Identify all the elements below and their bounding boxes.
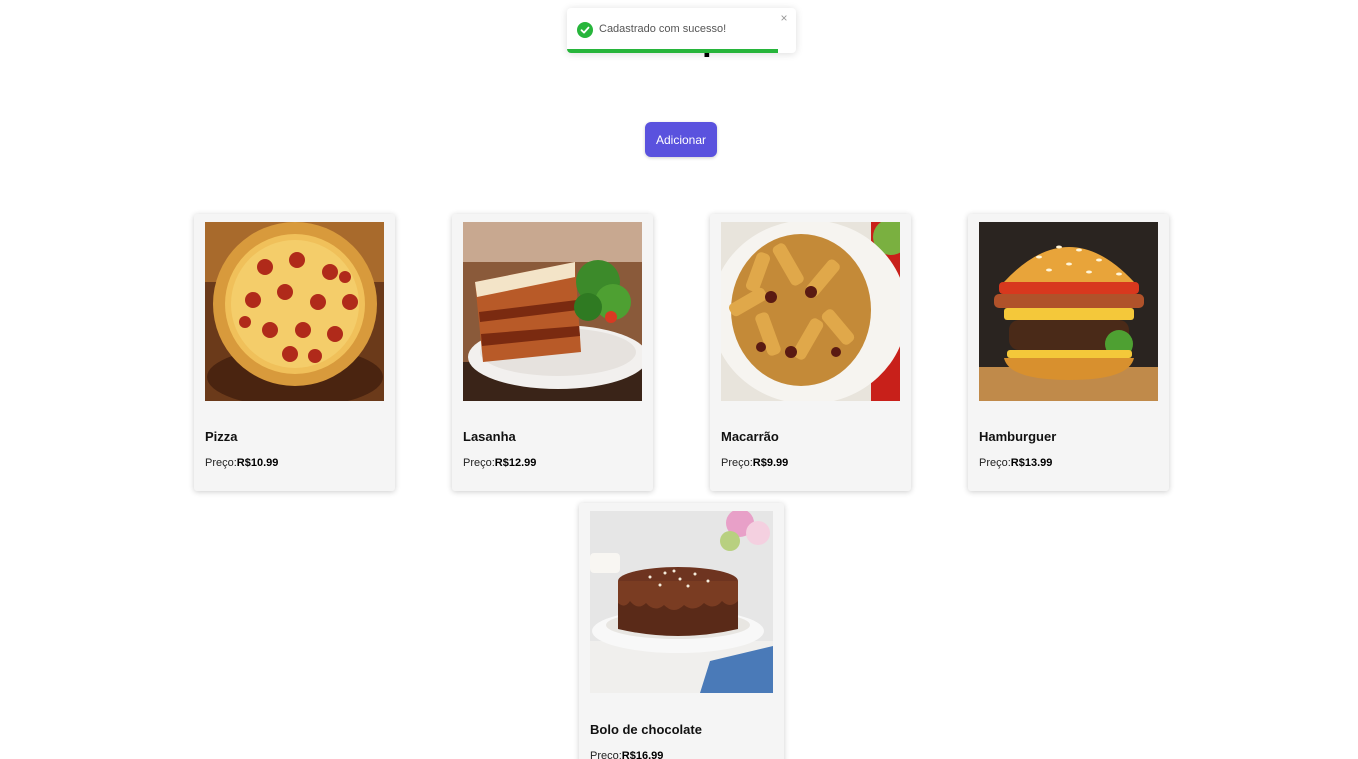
toast-message: Cadastrado com sucesso! — [599, 23, 727, 35]
price-value: R$10.99 — [236, 457, 279, 469]
page: Cardápio Adicionar Pizza Preço: — [0, 0, 1358, 759]
item-name: Hamburguer — [979, 429, 1057, 444]
menu-card-macarrao[interactable]: Macarrão Preço:R$9.99 — [710, 214, 911, 491]
price-prefix: Preço: — [463, 457, 495, 469]
close-icon[interactable]: × — [778, 11, 790, 25]
item-price: Preço:R$10.99 — [205, 457, 278, 469]
burger-image — [979, 222, 1158, 401]
lasagna-image — [463, 222, 642, 401]
pizza-image — [205, 222, 384, 401]
menu-card-lasanha[interactable]: Lasanha Preço:R$12.99 — [452, 214, 653, 491]
price-value: R$12.99 — [494, 457, 537, 469]
item-price: Preço:R$12.99 — [463, 457, 536, 469]
item-name: Lasanha — [463, 429, 516, 444]
price-prefix: Preço: — [205, 457, 237, 469]
item-name: Pizza — [205, 429, 238, 444]
menu-card-pizza[interactable]: Pizza Preço:R$10.99 — [194, 214, 395, 491]
price-value: R$13.99 — [1010, 457, 1053, 469]
item-price: Preço:R$13.99 — [979, 457, 1052, 469]
menu-card-hamburguer[interactable]: Hamburguer Preço:R$13.99 — [968, 214, 1169, 491]
price-value: R$16.99 — [621, 750, 664, 759]
price-value: R$9.99 — [752, 457, 789, 469]
price-prefix: Preço: — [721, 457, 753, 469]
success-toast: Cadastrado com sucesso! × — [567, 8, 796, 53]
menu-card-bolo-de-chocolate[interactable]: Bolo de chocolate Preço:R$16.99 — [579, 503, 784, 759]
pasta-image — [721, 222, 900, 401]
chocolate-cake-image — [590, 511, 773, 693]
item-name: Bolo de chocolate — [590, 722, 702, 737]
add-item-button[interactable]: Adicionar — [645, 122, 717, 157]
item-price: Preço:R$16.99 — [590, 750, 663, 759]
price-prefix: Preço: — [979, 457, 1011, 469]
item-price: Preço:R$9.99 — [721, 457, 788, 469]
toast-progress-bar — [567, 49, 778, 53]
check-circle-icon — [577, 22, 593, 38]
item-name: Macarrão — [721, 429, 779, 444]
price-prefix: Preço: — [590, 750, 622, 759]
